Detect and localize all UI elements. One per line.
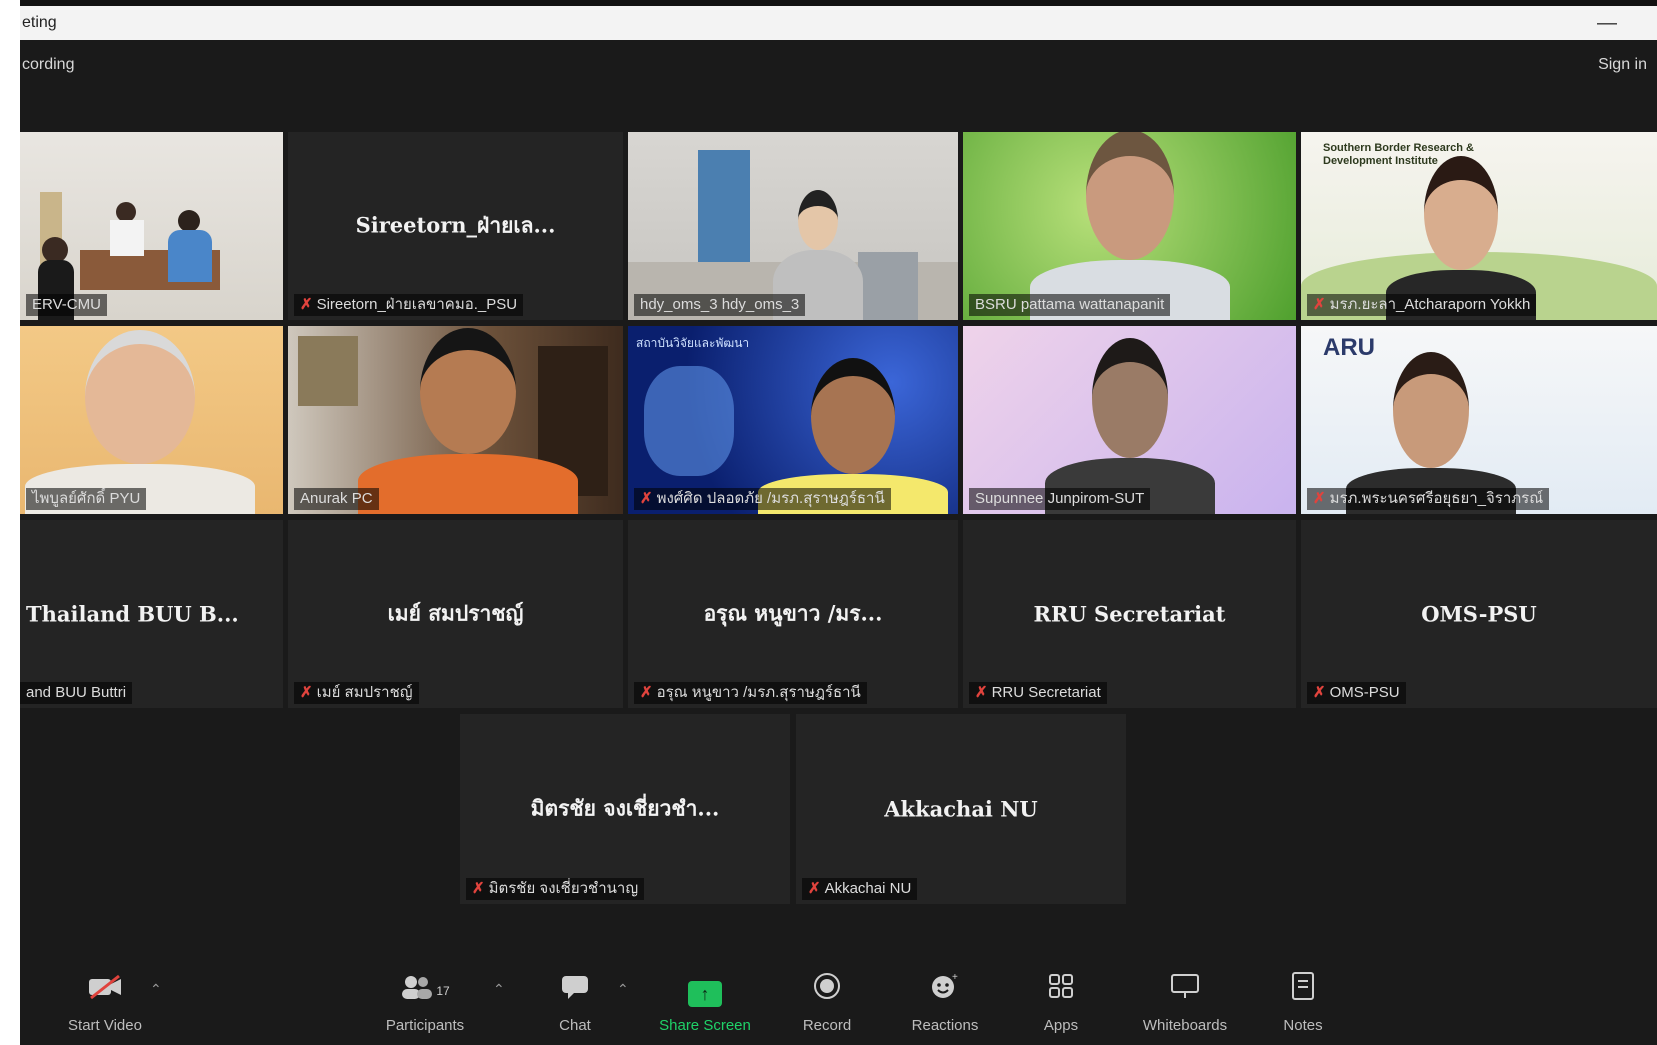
participant-name: ไพบูลย์ศักดิ์ PYU [26,488,147,510]
participants-options-caret[interactable]: ⌃ [493,981,505,998]
participant-tile[interactable]: Thailand BUU B... and BUU Buttri [20,520,283,708]
mic-muted-icon: ✗ [1313,490,1326,507]
participant-tile[interactable]: RRU Secretariat ✗ RRU Secretariat [963,520,1296,708]
meeting-window: cording Sign in ERV-CMU Sireetorn_ฝ่ายเล… [20,40,1657,1045]
whiteboards-button[interactable]: Whiteboards [1130,971,1240,1034]
mic-muted-icon: ✗ [975,684,988,701]
participant-name: Supunnee Junpirom-SUT [969,488,1151,510]
sign-in-link[interactable]: Sign in [1598,56,1647,74]
participant-display-name: มิตรชัย จงเชี่ยวชำ... [530,795,720,821]
mic-muted-icon: ✗ [300,684,313,701]
background-banner: สถาบันวิจัยและพัฒนา [636,336,750,350]
apps-icon [1006,971,1116,1011]
participant-name: ✗ RRU Secretariat [969,682,1107,704]
participant-name: BSRU pattama wattanapanit [969,294,1171,316]
chat-button[interactable]: Chat [520,971,630,1034]
title-bar: eting — [20,6,1657,40]
reactions-button[interactable]: + Reactions [890,971,1000,1034]
reactions-icon: + [890,971,1000,1011]
mic-muted-icon: ✗ [300,296,313,313]
participant-tile[interactable]: hdy_oms_3 hdy_oms_3 [628,132,958,320]
participant-tile[interactable]: Sireetorn_ฝ่ายเล... ✗ Sireetorn_ฝ่ายเลขาค… [288,132,623,320]
whiteboard-icon [1130,971,1240,1011]
participant-tile[interactable]: Supunnee Junpirom-SUT [963,326,1296,514]
participant-tile-active-speaker[interactable]: Anurak PC [288,326,623,514]
minimize-button[interactable]: — [1597,6,1617,40]
participant-name: ✗ มรภ.พระนครศรีอยุธยา_จิราภรณ์ [1307,488,1550,510]
participant-tile[interactable]: BSRU pattama wattanapanit [963,132,1296,320]
participant-name: ERV-CMU [26,294,107,316]
mic-muted-icon: ✗ [1313,684,1326,701]
participants-button[interactable]: 17 Participants [370,971,480,1034]
start-video-button[interactable]: Start Video [50,971,160,1034]
participant-display-name: Sireetorn_ฝ่ายเล... [355,212,556,238]
participant-tile[interactable]: มิตรชัย จงเชี่ยวชำ... ✗ มิตรชัย จงเชี่ยวช… [460,714,790,904]
participants-icon: 17 [370,971,480,1011]
participant-tile[interactable]: ERV-CMU [20,132,283,320]
apps-button[interactable]: Apps [1006,971,1116,1034]
participant-name: Anurak PC [294,488,379,510]
participant-name: ✗ OMS-PSU [1307,682,1406,704]
svg-text:+: + [952,972,958,983]
participant-name: ✗ เมย์ สมปราชญ์ [294,682,419,704]
recording-indicator: cording [22,56,75,73]
mic-muted-icon: ✗ [1313,296,1326,313]
participant-name: and BUU Buttri [20,682,133,704]
window-title: eting [22,14,57,31]
record-button[interactable]: Record [772,971,882,1034]
participant-name: ✗ มิตรชัย จงเชี่ยวชำนาญ [466,878,645,900]
participant-display-name: OMS-PSU [1421,601,1537,627]
participant-display-name: Akkachai NU [884,796,1038,822]
meeting-toolbar: Start Video ⌃ 17 Participants ⌃ Chat ⌃ ↑… [20,971,1657,1045]
participant-display-name: RRU Secretariat [1033,601,1226,627]
participant-tile[interactable]: OMS-PSU ✗ OMS-PSU [1301,520,1657,708]
participant-display-name: เมย์ สมปราชญ์ [387,600,524,626]
participant-name: ✗ Akkachai NU [802,878,918,900]
participant-display-name: อรุณ หนูขาว /มร... [703,600,883,626]
participant-tile[interactable]: Southern Border Research & Development I… [1301,132,1657,320]
participant-tile[interactable]: สถาบันวิจัยและพัฒนา ✗ พงศ์ศิด ปลอดภัย /มร… [628,326,958,514]
share-screen-icon: ↑ [650,971,760,1011]
notes-button[interactable]: Notes [1248,971,1358,1034]
participant-tile[interactable]: Akkachai NU ✗ Akkachai NU [796,714,1126,904]
chat-options-caret[interactable]: ⌃ [617,981,629,998]
record-icon [772,971,882,1011]
participant-name: ✗ อรุณ หนูขาว /มรภ.สุราษฎร์ธานี [634,682,867,704]
video-options-caret[interactable]: ⌃ [150,981,162,998]
participant-name: ✗ Sireetorn_ฝ่ายเลขาคมอ._PSU [294,294,524,316]
participants-count: 17 [436,984,450,998]
participant-tile[interactable]: ไพบูลย์ศักดิ์ PYU [20,326,283,514]
share-screen-button[interactable]: ↑ Share Screen [650,971,760,1034]
notes-icon [1248,971,1358,1011]
participant-name: hdy_oms_3 hdy_oms_3 [634,294,806,316]
mic-muted-icon: ✗ [640,490,653,507]
mic-muted-icon: ✗ [472,880,485,897]
mic-muted-icon: ✗ [808,880,821,897]
participant-name: ✗ พงศ์ศิด ปลอดภัย /มรภ.สุราษฎร์ธานี [634,488,891,510]
participant-tile[interactable]: เมย์ สมปราชญ์ ✗ เมย์ สมปราชญ์ [288,520,623,708]
participant-display-name: Thailand BUU B... [26,601,239,627]
participant-tile[interactable]: ARU ✗ มรภ.พระนครศรีอยุธยา_จิราภรณ์ [1301,326,1657,514]
participant-name: ✗ มรภ.ยะลา_Atcharaporn Yokkh [1307,294,1537,316]
mic-muted-icon: ✗ [640,684,653,701]
video-off-icon [50,971,160,1011]
chat-icon [520,971,630,1011]
participant-tile[interactable]: อรุณ หนูขาว /มร... ✗ อรุณ หนูขาว /มรภ.สุร… [628,520,958,708]
